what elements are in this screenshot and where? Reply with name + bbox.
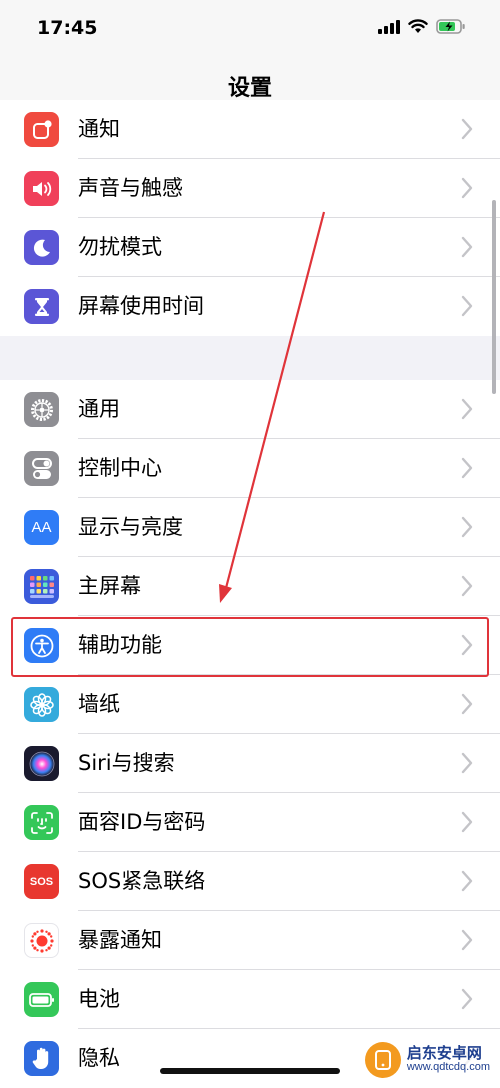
cellular-signal-icon <box>378 19 400 34</box>
chevron-right-icon <box>461 752 473 774</box>
watermark-url: www.qdtcdq.com <box>406 1061 490 1074</box>
settings-item-face-id-passcode[interactable]: 面容ID与密码 <box>0 793 500 852</box>
settings-item-label: 隐私 <box>78 1046 120 1070</box>
chevron-right-icon <box>461 634 473 656</box>
settings-item-wallpaper[interactable]: 墙纸 <box>0 675 500 734</box>
sos-icon: SOS <box>24 864 59 899</box>
settings-item-sounds[interactable]: 声音与触感 <box>0 159 500 218</box>
chevron-right-icon <box>461 811 473 833</box>
settings-item-label: 面容ID与密码 <box>78 810 206 834</box>
notification-icon <box>24 112 59 147</box>
chevron-right-icon <box>461 693 473 715</box>
settings-item-label: 屏幕使用时间 <box>78 294 204 318</box>
settings-item-emergency-sos[interactable]: SOS SOS紧急联络 <box>0 852 500 911</box>
flower-icon <box>24 687 59 722</box>
settings-item-battery[interactable]: 电池 <box>0 970 500 1029</box>
settings-item-label: 勿扰模式 <box>78 235 162 259</box>
chevron-right-icon <box>461 929 473 951</box>
scroll-indicator[interactable] <box>492 200 496 394</box>
accessibility-icon <box>24 628 59 663</box>
hand-icon <box>24 1041 59 1076</box>
settings-item-general[interactable]: 通用 <box>0 380 500 439</box>
battery-icon <box>24 982 59 1017</box>
settings-item-label: SOS紧急联络 <box>78 869 206 893</box>
toggles-icon <box>24 451 59 486</box>
face-id-icon <box>24 805 59 840</box>
settings-item-home-screen[interactable]: 主屏幕 <box>0 557 500 616</box>
chevron-right-icon <box>461 295 473 317</box>
chevron-right-icon <box>461 575 473 597</box>
wifi-icon <box>408 19 428 33</box>
settings-section-1: 通知 声音与触感 勿扰模式 屏幕使用时间 <box>0 100 500 336</box>
chevron-right-icon <box>461 118 473 140</box>
settings-section-2: 通用 控制中心 AA 显示与亮度 主屏幕 辅助功能 墙纸 Siri与搜索 面容I… <box>0 380 500 1088</box>
status-icons <box>378 19 466 34</box>
app-grid-icon <box>24 569 59 604</box>
hourglass-icon <box>24 289 59 324</box>
settings-item-label: 暴露通知 <box>78 928 162 952</box>
moon-icon <box>24 230 59 265</box>
settings-item-label: 控制中心 <box>78 456 162 480</box>
settings-item-label: 显示与亮度 <box>78 515 183 539</box>
chevron-right-icon <box>461 516 473 538</box>
chevron-right-icon <box>461 457 473 479</box>
settings-item-exposure-notifications[interactable]: 暴露通知 <box>0 911 500 970</box>
settings-item-notifications[interactable]: 通知 <box>0 100 500 159</box>
settings-item-label: 通知 <box>78 117 120 141</box>
status-bar: 17:45 <box>0 0 500 58</box>
settings-item-label: 墙纸 <box>78 692 120 716</box>
settings-item-label: 电池 <box>78 987 120 1011</box>
settings-item-label: 声音与触感 <box>78 176 183 200</box>
settings-item-label: Siri与搜索 <box>78 751 175 775</box>
chevron-right-icon <box>461 870 473 892</box>
watermark-name: 启东安卓网 <box>406 1044 482 1063</box>
battery-charging-icon <box>436 19 465 34</box>
settings-item-label: 辅助功能 <box>78 633 162 657</box>
speaker-icon <box>24 171 59 206</box>
watermark-logo-icon <box>364 1042 401 1078</box>
settings-item-screen-time[interactable]: 屏幕使用时间 <box>0 277 500 336</box>
gear-icon <box>24 392 59 427</box>
chevron-right-icon <box>461 177 473 199</box>
page-title: 设置 <box>227 76 272 101</box>
chevron-right-icon <box>461 398 473 420</box>
settings-item-accessibility[interactable]: 辅助功能 <box>0 616 500 675</box>
watermark: 启东安卓网 www.qdtcdq.com <box>362 1040 496 1080</box>
exposure-icon <box>24 923 59 958</box>
status-time: 17:45 <box>37 17 98 39</box>
home-indicator[interactable] <box>160 1068 340 1074</box>
settings-item-control-center[interactable]: 控制中心 <box>0 439 500 498</box>
settings-item-display-brightness[interactable]: AA 显示与亮度 <box>0 498 500 557</box>
settings-item-label: 通用 <box>78 397 120 421</box>
settings-item-siri-search[interactable]: Siri与搜索 <box>0 734 500 793</box>
chevron-right-icon <box>461 988 473 1010</box>
aa-icon: AA <box>24 510 59 545</box>
settings-item-label: 主屏幕 <box>78 574 141 598</box>
chevron-right-icon <box>461 236 473 258</box>
settings-item-do-not-disturb[interactable]: 勿扰模式 <box>0 218 500 277</box>
siri-icon <box>24 746 59 781</box>
